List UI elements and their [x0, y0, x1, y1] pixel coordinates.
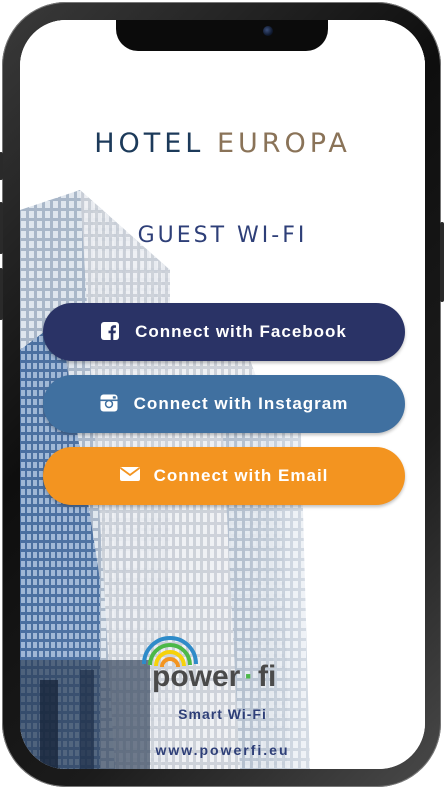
connect-instagram-button[interactable]: Connect with Instagram	[43, 375, 405, 433]
hotel-title: HOTEL EUROPA	[20, 128, 425, 159]
logo-text-power: power	[152, 660, 241, 692]
powerfi-logo: power · fi	[142, 636, 276, 692]
mute-switch	[0, 152, 3, 180]
logo-text-fi: fi	[258, 660, 276, 692]
connect-email-button[interactable]: Connect with Email	[43, 447, 405, 505]
envelope-icon	[119, 466, 140, 486]
connect-email-label: Connect with Email	[153, 466, 329, 485]
facebook-icon	[101, 322, 121, 342]
guest-wifi-heading: GUEST WI-FI	[137, 223, 308, 248]
instagram-icon	[100, 394, 120, 414]
connect-facebook-button[interactable]: Connect with Facebook	[43, 303, 405, 361]
smart-wifi-tagline: Smart Wi-Fi	[178, 706, 267, 722]
hotel-title-part2: EUROPA	[216, 128, 351, 159]
camera-icon	[263, 26, 273, 36]
notch	[116, 20, 328, 51]
phone-frame: HOTEL EUROPA GUEST WI-FI Connect with Fa…	[0, 2, 444, 787]
volume-up-button	[0, 202, 3, 254]
power-button	[440, 222, 444, 302]
volume-down-button	[0, 268, 3, 320]
connect-facebook-label: Connect with Facebook	[135, 322, 347, 341]
logo-dot: ·	[244, 660, 254, 692]
connect-instagram-label: Connect with Instagram	[133, 394, 349, 413]
powerfi-website-link[interactable]: www.powerfi.eu	[20, 742, 425, 758]
hotel-title-part1: HOTEL	[94, 128, 205, 159]
phone-screen: HOTEL EUROPA GUEST WI-FI Connect with Fa…	[20, 20, 425, 769]
